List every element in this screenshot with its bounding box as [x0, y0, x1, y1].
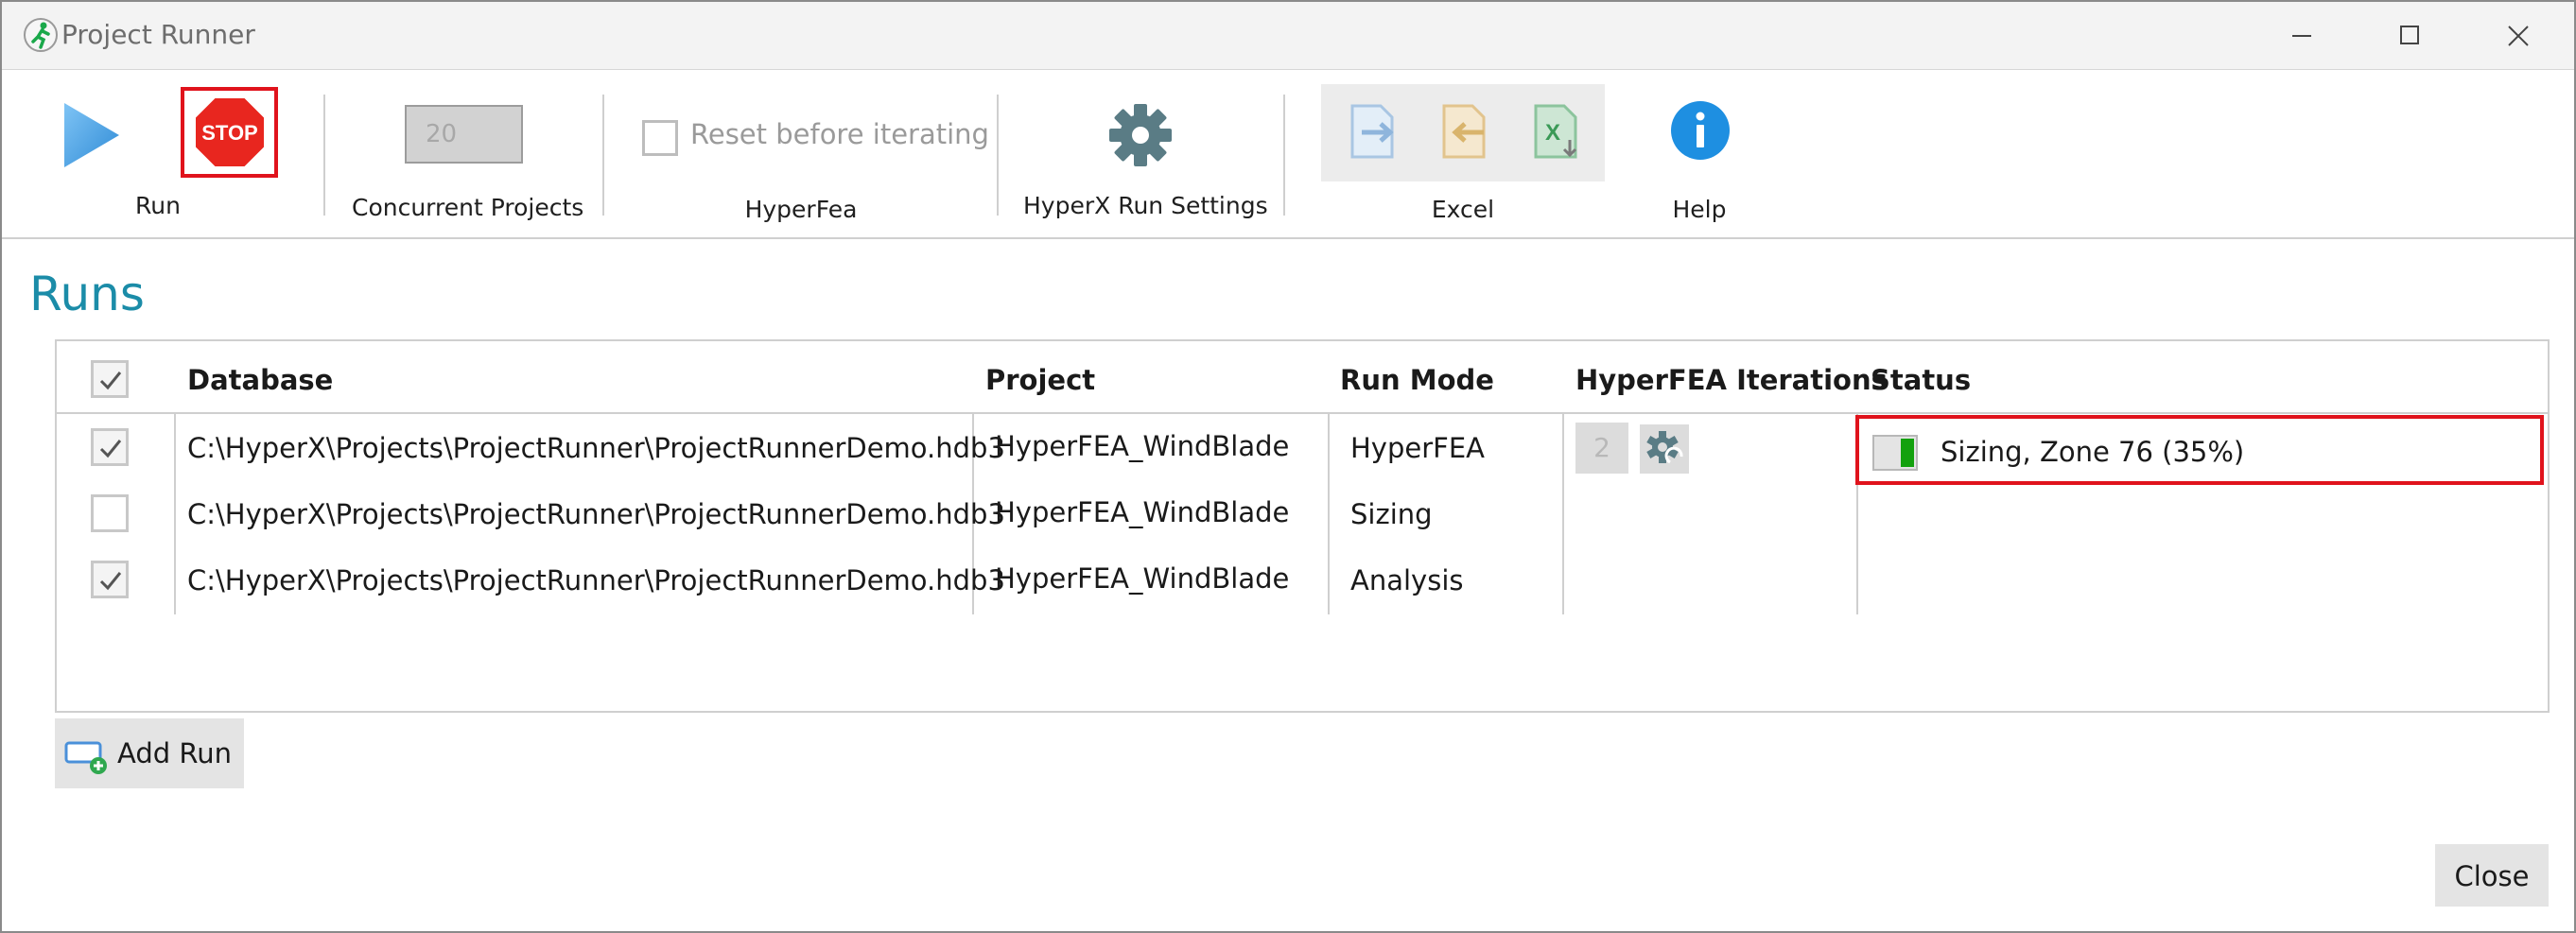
concurrent-projects-input[interactable]: 20: [405, 105, 523, 164]
column-header-status[interactable]: Status: [1871, 364, 1971, 396]
status-progress-fill: [1901, 439, 1914, 467]
maximize-button[interactable]: [2356, 2, 2463, 70]
help-label: Help: [1672, 196, 1727, 223]
database-cell[interactable]: C:\HyperX\Projects\ProjectRunner\Project…: [187, 498, 1005, 530]
toolbar-separator: [323, 95, 325, 216]
iteration-settings-gear-icon[interactable]: [1640, 424, 1689, 474]
row-select-checkbox[interactable]: [91, 561, 129, 598]
select-all-checkbox[interactable]: [91, 360, 129, 398]
import-from-file-icon[interactable]: [1435, 100, 1497, 163]
column-header-database[interactable]: Database: [187, 364, 333, 396]
run-mode-cell[interactable]: HyperFEA: [1350, 432, 1485, 464]
row-select-checkbox[interactable]: [91, 428, 129, 466]
status-progress-bar: [1872, 435, 1918, 471]
close-button[interactable]: Close: [2435, 844, 2549, 907]
close-icon: [2508, 26, 2529, 46]
toolbar-separator: [997, 95, 999, 216]
toolbar-separator: [1283, 95, 1285, 216]
minimize-button[interactable]: [2248, 2, 2356, 70]
stop-sign-icon: STOP: [194, 96, 266, 168]
hyperx-run-settings-label: HyperX Run Settings: [1023, 192, 1268, 219]
project-cell[interactable]: HyperFEA_WindBlade: [995, 430, 1289, 462]
help-info-icon[interactable]: [1669, 99, 1732, 162]
reset-before-iterating-checkbox[interactable]: [642, 120, 678, 156]
project-runner-window: Project Runner STOP Run 20 Concurrent Pr…: [0, 0, 2576, 933]
stop-button[interactable]: STOP: [181, 87, 278, 178]
reset-before-iterating-label: Reset before iterating: [690, 118, 989, 150]
checkmark-icon: [99, 440, 122, 458]
hyperfea-iterations-input[interactable]: 2: [1575, 423, 1628, 474]
project-cell[interactable]: HyperFEA_WindBlade: [995, 562, 1289, 595]
run-settings-gear-icon[interactable]: [1105, 99, 1176, 171]
excel-export-icon[interactable]: X: [1526, 100, 1589, 163]
run-label: Run: [135, 192, 181, 219]
export-to-file-icon[interactable]: [1343, 100, 1405, 163]
svg-text:X: X: [1545, 120, 1560, 146]
column-header-project[interactable]: Project: [985, 364, 1095, 396]
row-select-checkbox[interactable]: [91, 494, 129, 532]
table-row[interactable]: C:\HyperX\Projects\ProjectRunner\Project…: [57, 483, 2548, 549]
window-title: Project Runner: [61, 19, 255, 50]
column-header-run-mode[interactable]: Run Mode: [1340, 364, 1494, 396]
run-mode-cell[interactable]: Analysis: [1350, 564, 1463, 596]
excel-group-label: Excel: [1431, 196, 1495, 223]
concurrent-projects-label: Concurrent Projects: [352, 194, 584, 221]
runs-grid: Database Project Run Mode HyperFEA Itera…: [55, 339, 2550, 713]
grid-header: Database Project Run Mode HyperFEA Itera…: [57, 341, 2548, 414]
excel-button-group: X: [1321, 84, 1605, 181]
table-row[interactable]: C:\HyperX\Projects\ProjectRunner\Project…: [57, 549, 2548, 615]
toolbar: STOP Run 20 Concurrent Projects Reset be…: [2, 71, 2574, 239]
run-play-icon[interactable]: [59, 99, 125, 171]
toolbar-separator: [602, 95, 604, 216]
runs-section-title: Runs: [29, 267, 145, 321]
run-mode-cell[interactable]: Sizing: [1350, 498, 1433, 530]
close-label: Close: [2454, 860, 2530, 892]
project-cell[interactable]: HyperFEA_WindBlade: [995, 496, 1289, 528]
stop-text: STOP: [201, 121, 258, 145]
close-window-button[interactable]: [2464, 2, 2572, 70]
database-cell[interactable]: C:\HyperX\Projects\ProjectRunner\Project…: [187, 564, 1005, 596]
column-header-hyperfea-iterations[interactable]: HyperFEA Iterations: [1575, 364, 1888, 396]
database-cell[interactable]: C:\HyperX\Projects\ProjectRunner\Project…: [187, 432, 1005, 464]
checkmark-icon: [99, 572, 122, 591]
checkmark-icon: [99, 371, 122, 390]
maximize-icon: [2400, 26, 2419, 44]
app-runner-icon: [24, 18, 58, 52]
add-run-button[interactable]: Add Run: [55, 718, 244, 788]
minimize-icon: [2292, 35, 2311, 37]
add-run-label: Add Run: [117, 737, 232, 769]
title-bar: Project Runner: [2, 2, 2574, 70]
status-text: Sizing, Zone 76 (35%): [1941, 436, 2245, 468]
hyperfea-group-label: HyperFea: [744, 196, 858, 223]
add-run-icon: [64, 741, 107, 774]
status-cell-active: Sizing, Zone 76 (35%): [1855, 415, 2544, 485]
